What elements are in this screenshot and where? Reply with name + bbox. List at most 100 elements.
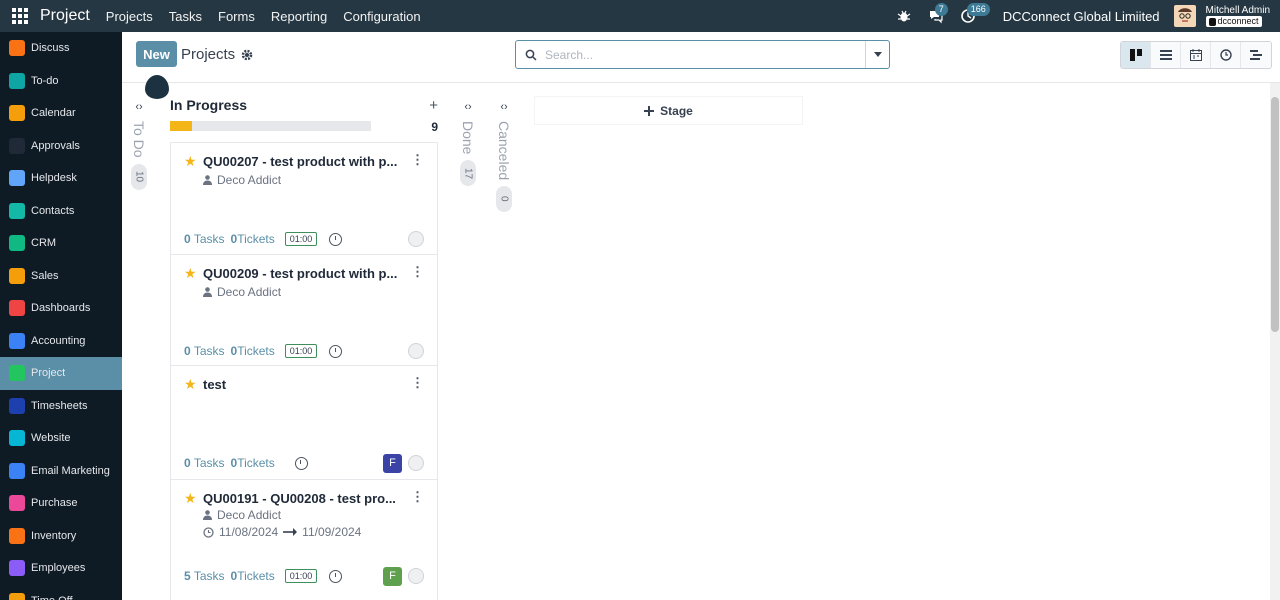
user-avatar[interactable] <box>1173 5 1196 27</box>
card-menu-icon[interactable]: ⋮ <box>411 489 424 505</box>
sidebar-item-website[interactable]: Website <box>0 422 122 455</box>
card-menu-icon[interactable]: ⋮ <box>411 375 424 391</box>
vertical-scrollbar[interactable] <box>1270 83 1280 600</box>
activities-icon[interactable]: 166 <box>957 3 990 27</box>
gantt-view-button[interactable] <box>1241 42 1271 68</box>
quick-create-plus-icon[interactable]: + <box>429 97 438 114</box>
sidebar-item-contacts[interactable]: Contacts <box>0 195 122 228</box>
stage-folded-canceled[interactable]: ‹› Canceled 0 <box>494 101 514 213</box>
sidebar-item-label: Helpdesk <box>31 172 77 185</box>
card-menu-icon[interactable]: ⋮ <box>411 264 424 280</box>
favorite-star-icon[interactable]: ★ <box>184 376 197 393</box>
favorite-star-icon[interactable]: ★ <box>184 153 197 170</box>
new-button[interactable]: New <box>136 41 177 67</box>
scrollbar-thumb[interactable] <box>1271 97 1279 332</box>
search-input[interactable]: Search... <box>545 48 865 62</box>
sidebar-item-discuss[interactable]: Discuss <box>0 32 122 65</box>
column-title[interactable]: In Progress <box>170 97 438 113</box>
sidebar-item-helpdesk[interactable]: Helpdesk <box>0 162 122 195</box>
user-menu[interactable]: Mitchell Admin dcconnect <box>1205 5 1270 27</box>
sidebar-item-timesheets[interactable]: Timesheets <box>0 390 122 423</box>
app-title[interactable]: Project <box>40 7 90 25</box>
tickets-link[interactable]: 0Tickets <box>231 344 275 358</box>
tickets-link[interactable]: 0Tickets <box>231 569 275 583</box>
drop-icon <box>145 75 169 99</box>
stage-label: Done <box>460 121 476 155</box>
assignee-avatar[interactable]: F <box>383 453 402 473</box>
project-card[interactable]: ★ QU00209 - test product with p... ⋮ Dec… <box>170 254 438 365</box>
sidebar-item-label: Contacts <box>31 204 75 217</box>
sidebar-item-crm[interactable]: CRM <box>0 227 122 260</box>
stage-count: 0 <box>496 186 512 213</box>
allocated-hours-badge: 01:00 <box>284 569 318 583</box>
sidebar-item-accounting[interactable]: Accounting <box>0 325 122 358</box>
tasks-link[interactable]: 0 Tasks <box>184 232 225 246</box>
favorite-star-icon[interactable]: ★ <box>184 265 197 282</box>
sales-icon <box>9 267 25 284</box>
unfold-toggle-icon[interactable]: ‹› <box>135 101 142 113</box>
activity-clock-icon[interactable] <box>329 569 343 583</box>
project-card[interactable]: ★ QU00191 - QU00208 - test pro... ⋮ Deco… <box>170 479 438 600</box>
tasks-link[interactable]: 0 Tasks <box>184 456 225 470</box>
sidebar-item-sales[interactable]: Sales <box>0 260 122 293</box>
activity-clock-icon[interactable] <box>329 232 343 246</box>
tasks-link[interactable]: 5 Tasks <box>184 569 225 583</box>
activity-clock-icon[interactable] <box>329 344 343 358</box>
activity-view-button[interactable] <box>1211 42 1241 68</box>
search-bar[interactable]: Search... <box>515 40 890 69</box>
sidebar-item-dashboards[interactable]: Dashboards <box>0 292 122 325</box>
assignee-avatar[interactable]: F <box>383 566 402 586</box>
status-indicator[interactable] <box>408 343 424 359</box>
plus-icon <box>644 105 655 116</box>
sidebar-item-approvals[interactable]: Approvals <box>0 130 122 163</box>
tickets-link[interactable]: 0Tickets <box>231 232 275 246</box>
add-stage-button[interactable]: Stage <box>535 97 802 124</box>
sidebar-item-label: Timesheets <box>31 399 88 412</box>
sidebar-item-project[interactable]: Project <box>0 357 122 390</box>
stage-folded-todo[interactable]: ‹› To Do 10 <box>129 101 149 190</box>
stage-folded-done[interactable]: ‹› Done 17 <box>458 101 478 187</box>
apps-menu-icon[interactable] <box>0 0 40 32</box>
tasks-link[interactable]: 0 Tasks <box>184 344 225 358</box>
sidebar-item-label: Approvals <box>31 139 80 152</box>
menu-tasks[interactable]: Tasks <box>169 9 202 24</box>
sidebar-item-to-do[interactable]: To-do <box>0 65 122 98</box>
customer-name: Deco Addict <box>217 508 282 522</box>
dashboards-icon <box>9 300 25 317</box>
unfold-toggle-icon[interactable]: ‹› <box>464 101 471 113</box>
favorite-star-icon[interactable]: ★ <box>184 490 197 507</box>
menu-reporting[interactable]: Reporting <box>271 9 327 24</box>
sidebar-item-email-marketing[interactable]: Email Marketing <box>0 455 122 488</box>
project-card[interactable]: ★ test ⋮ 0 Tasks 0Tickets F <box>170 365 438 479</box>
kanban-icon <box>1129 49 1142 61</box>
search-options-toggle[interactable] <box>865 41 889 68</box>
card-menu-icon[interactable]: ⋮ <box>411 152 424 168</box>
sidebar-item-employees[interactable]: Employees <box>0 552 122 585</box>
menu-projects[interactable]: Projects <box>106 9 153 24</box>
sidebar-item-inventory[interactable]: Inventory <box>0 520 122 553</box>
unfold-toggle-icon[interactable]: ‹› <box>500 101 507 113</box>
card-footer: 0 Tasks 0Tickets 01:00 <box>184 341 424 361</box>
sidebar-item-time-off[interactable]: Time Off <box>0 585 122 600</box>
website-icon <box>9 430 25 447</box>
list-view-button[interactable] <box>1151 42 1181 68</box>
gear-icon[interactable] <box>241 49 253 61</box>
menu-forms[interactable]: Forms <box>218 9 255 24</box>
messages-icon[interactable]: 7 <box>925 3 948 27</box>
column-progress-bar[interactable] <box>170 121 371 131</box>
bug-icon[interactable] <box>893 5 915 27</box>
sidebar-item-calendar[interactable]: Calendar <box>0 97 122 130</box>
sidebar-item-purchase[interactable]: Purchase <box>0 487 122 520</box>
status-indicator[interactable] <box>408 455 424 471</box>
status-indicator[interactable] <box>408 231 424 247</box>
activity-clock-icon[interactable] <box>294 456 308 470</box>
kanban-view-button[interactable] <box>1121 42 1151 68</box>
company-switcher[interactable]: DCConnect Global Limiited <box>1003 9 1160 24</box>
menu-configuration[interactable]: Configuration <box>343 9 420 24</box>
project-card[interactable]: ★ QU00207 - test product with p... ⋮ Dec… <box>170 142 438 254</box>
tickets-link[interactable]: 0Tickets <box>231 456 275 470</box>
timesheets-icon <box>9 397 25 414</box>
caret-down-icon <box>873 52 882 57</box>
calendar-view-button[interactable] <box>1181 42 1211 68</box>
status-indicator[interactable] <box>408 568 424 584</box>
